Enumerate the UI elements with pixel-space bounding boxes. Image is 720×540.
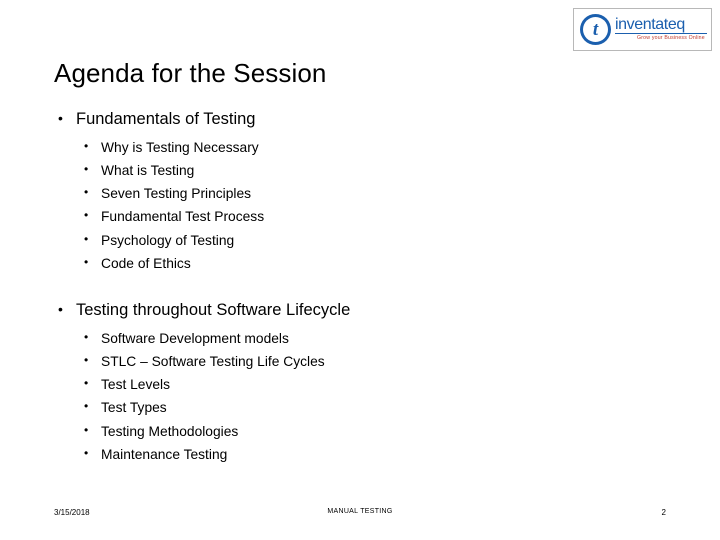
bullet-icon: • bbox=[84, 185, 89, 200]
list-item-label: Why is Testing Necessary bbox=[101, 139, 259, 155]
bullet-icon: • bbox=[84, 208, 89, 223]
list-item-label: Testing Methodologies bbox=[101, 423, 239, 439]
logo-circle-icon: t bbox=[580, 14, 611, 45]
list-item-label: Maintenance Testing bbox=[101, 446, 228, 462]
bullet-icon: • bbox=[84, 353, 89, 368]
list-item: • Test Types bbox=[54, 396, 674, 419]
logo-inner: t inventateq Grow your Business Online bbox=[574, 9, 711, 50]
slide-footer: 3/15/2018 MANUAL TESTING 2 bbox=[0, 508, 720, 528]
footer-page-number: 2 bbox=[661, 508, 666, 517]
list-item-label: STLC – Software Testing Life Cycles bbox=[101, 354, 325, 370]
logo-tagline: Grow your Business Online bbox=[637, 35, 705, 41]
list-item-label: Seven Testing Principles bbox=[101, 186, 252, 202]
list-item-label: Psychology of Testing bbox=[101, 232, 235, 248]
list-item: • Why is Testing Necessary bbox=[54, 136, 674, 159]
list-item: • Fundamental Test Process bbox=[54, 205, 674, 228]
section-heading-1-label: Fundamentals of Testing bbox=[76, 110, 256, 128]
bullet-icon: • bbox=[84, 254, 89, 269]
bullet-icon: • bbox=[84, 445, 89, 460]
slide-body: • Fundamentals of Testing • Why is Testi… bbox=[54, 108, 674, 476]
list-item-label: Test Levels bbox=[101, 377, 171, 393]
bullet-icon: • bbox=[58, 110, 63, 126]
bullet-icon: • bbox=[84, 376, 89, 391]
list-item: • Maintenance Testing bbox=[54, 443, 674, 466]
list-item: • Test Levels bbox=[54, 373, 674, 396]
bullet-icon: • bbox=[84, 422, 89, 437]
bullet-icon: • bbox=[84, 138, 89, 153]
section-heading-2: • Testing throughout Software Lifecycle bbox=[54, 299, 674, 323]
bullet-icon: • bbox=[84, 329, 89, 344]
list-item-label: Software Development models bbox=[101, 330, 289, 346]
list-item: • Code of Ethics bbox=[54, 252, 674, 275]
inventateq-logo: t inventateq Grow your Business Online bbox=[573, 8, 712, 51]
logo-wordmark: inventateq bbox=[615, 16, 685, 33]
list-item: • Seven Testing Principles bbox=[54, 182, 674, 205]
slide: t inventateq Grow your Business Online A… bbox=[0, 0, 720, 540]
list-item: • Psychology of Testing bbox=[54, 229, 674, 252]
list-item-label: Fundamental Test Process bbox=[101, 209, 265, 225]
list-item-label: Code of Ethics bbox=[101, 255, 191, 271]
section-heading-2-label: Testing throughout Software Lifecycle bbox=[76, 300, 351, 319]
list-item-label: What is Testing bbox=[101, 163, 195, 179]
bullet-icon: • bbox=[84, 231, 89, 246]
bullet-icon: • bbox=[84, 399, 89, 414]
list-item: • What is Testing bbox=[54, 159, 674, 182]
logo-letter: t bbox=[592, 19, 599, 40]
list-item: • STLC – Software Testing Life Cycles bbox=[54, 350, 674, 373]
bullet-icon: • bbox=[84, 162, 89, 177]
page-title: Agenda for the Session bbox=[54, 58, 327, 88]
logo-underline bbox=[615, 33, 707, 34]
list-item: • Software Development models bbox=[54, 327, 674, 350]
section-1-items: • Why is Testing Necessary • What is Tes… bbox=[54, 136, 674, 275]
section-2-items: • Software Development models • STLC – S… bbox=[54, 327, 674, 466]
footer-title: MANUAL TESTING bbox=[327, 508, 393, 515]
list-item: • Testing Methodologies bbox=[54, 420, 674, 443]
section-heading-1: • Fundamentals of Testing bbox=[54, 108, 674, 132]
bullet-icon: • bbox=[58, 300, 63, 317]
list-item-label: Test Types bbox=[101, 400, 167, 416]
